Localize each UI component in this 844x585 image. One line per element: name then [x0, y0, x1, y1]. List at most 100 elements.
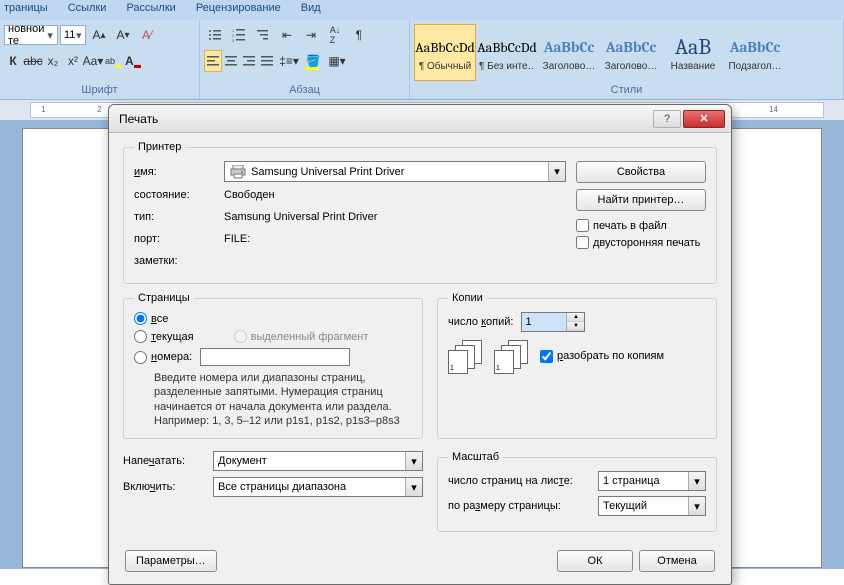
printer-name-combo[interactable]: Samsung Universal Print Driver ▾ [224, 161, 566, 182]
ruler-mark: 2 [97, 105, 101, 114]
label: порт: [134, 233, 224, 245]
fit-combo[interactable]: Текущий▾ [598, 496, 706, 516]
indent-dec-button[interactable]: ⇤ [276, 24, 298, 46]
align-left-button[interactable] [204, 50, 222, 72]
collate-icon: 321 [448, 340, 484, 376]
label: имя: [134, 166, 224, 178]
pages-fieldset: Страницы все текущая выделенный фрагмент… [123, 292, 423, 439]
printer-icon [229, 164, 247, 180]
label: Включить: [123, 481, 213, 493]
chevron-down-icon: ▾ [46, 29, 54, 42]
value: FILE: [224, 233, 566, 245]
ribbon-tab[interactable]: Рассылки [126, 2, 175, 20]
duplex-checkbox[interactable]: двусторонняя печать [576, 236, 706, 249]
font-name-combo[interactable]: новной те▾ [4, 25, 58, 45]
style-gallery: AaBbCcDd¶ ОбычныйAaBbCcDd¶ Без инте…AaBb… [414, 24, 839, 81]
style-preview: AaBbCc [606, 33, 657, 61]
properties-button[interactable]: Свойства [576, 161, 706, 183]
style-item[interactable]: AaBbCcПодзагол… [724, 24, 786, 81]
ribbon-group-paragraph: 123 ⇤ ⇥ A↓Z ¶ ‡≡▾ 🪣 ▦▾ Абзац [200, 20, 410, 99]
label: число копий: [448, 316, 513, 328]
chevron-down-icon: ▾ [688, 497, 705, 515]
collate-checkbox[interactable]: разобрать по копиям [540, 350, 664, 363]
superscript-button[interactable]: x² [64, 50, 82, 72]
borders-button[interactable]: ▦▾ [326, 50, 348, 72]
align-right-button[interactable] [240, 50, 258, 72]
chevron-down-icon: ▾ [405, 478, 422, 496]
font-color-button[interactable]: A [124, 50, 142, 72]
highlight-button[interactable]: ab [104, 50, 122, 72]
chevron-down-icon: ▾ [405, 452, 422, 470]
ribbon-group-styles: AaBbCcDd¶ ОбычныйAaBbCcDd¶ Без инте…AaBb… [410, 20, 844, 99]
style-item[interactable]: AaBbCcЗаголово… [600, 24, 662, 81]
style-label: ¶ Без инте… [479, 61, 535, 72]
shrink-font-button[interactable]: A▾ [112, 24, 134, 46]
font-name-value: новной те [8, 25, 46, 45]
spin-down-icon[interactable]: ▼ [567, 322, 584, 331]
pages-per-sheet-combo[interactable]: 1 страница▾ [598, 471, 706, 491]
style-preview: AaBbCcDd [415, 33, 475, 61]
style-item[interactable]: AaBbCcDd¶ Без инте… [476, 24, 538, 81]
style-preview: AaBbCcDd [477, 33, 537, 61]
radio-current[interactable]: текущая [134, 330, 194, 343]
print-to-file-checkbox[interactable]: печать в файл [576, 219, 706, 232]
label: число страниц на листе: [448, 475, 598, 487]
ribbon-tab[interactable]: Рецензирование [196, 2, 281, 20]
ribbon-tab[interactable]: Вид [301, 2, 321, 20]
style-item[interactable]: AaBbCcDd¶ Обычный [414, 24, 476, 81]
font-size-combo[interactable]: 11▾ [60, 25, 86, 45]
indent-inc-button[interactable]: ⇥ [300, 24, 322, 46]
grow-font-button[interactable]: A▴ [88, 24, 110, 46]
copies-input[interactable] [522, 313, 566, 331]
spin-up-icon[interactable]: ▲ [567, 313, 584, 322]
multilevel-button[interactable] [252, 24, 274, 46]
clear-format-button[interactable]: A⁄ [136, 24, 158, 46]
ribbon-tab[interactable]: Ссылки [68, 2, 107, 20]
radio-all[interactable]: все [134, 312, 412, 325]
style-item[interactable]: AaBbCcЗаголово… [538, 24, 600, 81]
group-label: Шрифт [2, 83, 197, 97]
help-text: Введите номера или диапазоны страниц, ра… [134, 371, 412, 428]
show-marks-button[interactable]: ¶ [348, 24, 370, 46]
ruler-mark: 1 [41, 105, 45, 114]
ruler-mark: 14 [769, 105, 778, 114]
radio-numbers[interactable]: номера: [134, 348, 412, 366]
ribbon-tab[interactable]: траницы [4, 2, 48, 20]
section-label: Страницы [134, 292, 194, 304]
print-what-combo[interactable]: Документ▾ [213, 451, 423, 471]
style-label: Заголово… [603, 61, 659, 72]
dialog-title: Печать [119, 112, 651, 126]
style-preview: AaB [675, 33, 711, 61]
section-label: Масштаб [448, 451, 503, 463]
bold-button[interactable]: К [4, 50, 22, 72]
chevron-down-icon: ▾ [688, 472, 705, 490]
section-label: Копии [448, 292, 487, 304]
group-label: Абзац [202, 83, 407, 97]
align-center-button[interactable] [222, 50, 240, 72]
dialog-titlebar[interactable]: Печать ? ✕ [109, 105, 731, 133]
label: заметки: [134, 255, 224, 267]
svg-text:3: 3 [232, 38, 235, 42]
style-item[interactable]: AaBНазвание [662, 24, 724, 81]
style-label: Подзагол… [727, 61, 783, 72]
style-preview: AaBbCc [730, 33, 781, 61]
radio-selection: выделенный фрагмент [234, 330, 369, 343]
change-case-button[interactable]: Aa▾ [84, 50, 102, 72]
find-printer-button[interactable]: Найти принтер… [576, 189, 706, 211]
page-numbers-input[interactable] [200, 348, 350, 366]
include-combo[interactable]: Все страницы диапазона▾ [213, 477, 423, 497]
close-button[interactable]: ✕ [683, 110, 725, 128]
copies-fieldset: Копии число копий: ▲▼ 321 321 разобрать … [437, 292, 717, 439]
line-spacing-button[interactable]: ‡≡▾ [278, 50, 300, 72]
shading-button[interactable]: 🪣 [302, 50, 324, 72]
copies-spinner[interactable]: ▲▼ [521, 312, 585, 332]
numbering-button[interactable]: 123 [228, 24, 250, 46]
bullets-button[interactable] [204, 24, 226, 46]
style-label: ¶ Обычный [417, 61, 473, 72]
help-button[interactable]: ? [653, 110, 681, 128]
align-justify-button[interactable] [258, 50, 276, 72]
subscript-button[interactable]: x₂ [44, 50, 62, 72]
strike-button[interactable]: abc [24, 50, 42, 72]
sort-button[interactable]: A↓Z [324, 24, 346, 46]
label: по размеру страницы: [448, 500, 598, 512]
